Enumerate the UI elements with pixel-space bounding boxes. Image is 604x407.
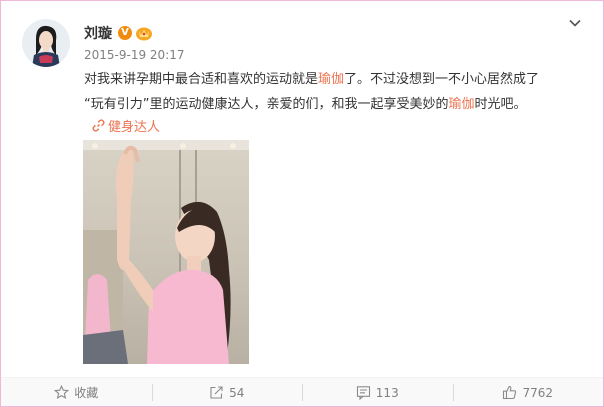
thumbs-up-icon [503, 385, 517, 400]
text-segment: 对我来讲孕期中最合适和喜欢的运动就是 [84, 72, 319, 87]
like-count: 7762 [522, 385, 554, 400]
text-segment: “玩有引力”里的运动健康达人，亲爱的们，和我一起享受美妙的 [84, 97, 449, 112]
topic-link[interactable]: 健身达人 [92, 116, 160, 135]
username[interactable]: 刘璇 [84, 23, 112, 43]
star-icon [54, 385, 70, 400]
crown-icon[interactable] [135, 25, 153, 41]
text-segment: 了。不过没想到一不小心居然成了 [344, 72, 540, 87]
topic-label: 健身达人 [108, 120, 161, 135]
verified-badge[interactable]: V [118, 26, 132, 40]
repost-icon [210, 386, 223, 399]
avatar[interactable] [22, 19, 70, 67]
post-header: 刘璇 V [84, 23, 153, 43]
favorite-label: 收藏 [74, 386, 99, 400]
repost-button[interactable]: 54 [151, 378, 303, 406]
comment-count: 113 [375, 385, 399, 400]
post-text: 对我来讲孕期中最合适和喜欢的运动就是瑜伽了。不过没想到一不小心居然成了 “玩有引… [84, 67, 584, 117]
text-segment: 时光吧。 [474, 97, 527, 112]
repost-count: 54 [229, 385, 245, 400]
keyword-link[interactable]: 瑜伽 [318, 72, 344, 87]
keyword-link[interactable]: 瑜伽 [448, 97, 474, 112]
comment-button[interactable]: 113 [302, 378, 453, 406]
weibo-post-card: 刘璇 V 2015-9-19 20:17 对我来讲孕期中最合适和喜欢的运动就是瑜… [0, 0, 604, 407]
post-image[interactable] [83, 140, 249, 364]
like-button[interactable]: 7762 [452, 378, 604, 406]
comment-icon [356, 386, 370, 400]
link-icon [92, 119, 105, 132]
action-bar: 收藏 54 113 7762 [1, 377, 604, 406]
chevron-down-icon[interactable] [567, 15, 583, 31]
favorite-button[interactable]: 收藏 [1, 378, 152, 406]
post-timestamp[interactable]: 2015-9-19 20:17 [84, 48, 185, 62]
